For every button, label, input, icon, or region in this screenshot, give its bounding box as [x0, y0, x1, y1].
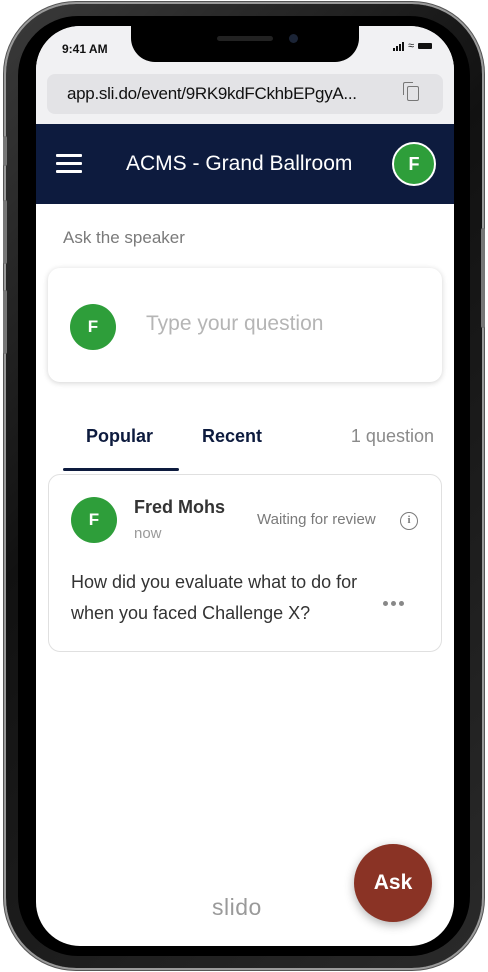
question-tabs: Popular Recent 1 question — [36, 418, 454, 472]
device-notch — [131, 26, 359, 62]
compose-avatar: F — [70, 304, 116, 350]
hamburger-menu-icon[interactable] — [56, 154, 82, 174]
battery-icon — [418, 43, 432, 49]
address-bar[interactable]: app.sli.do/event/9RK9kdFCkhbEPgyA... — [47, 74, 443, 114]
copy-icon[interactable] — [403, 82, 419, 101]
status-icons: ≈ — [392, 40, 432, 52]
front-camera — [289, 34, 298, 43]
event-title: ACMS - Grand Ballroom — [126, 152, 353, 175]
power-button — [481, 228, 485, 328]
question-count: 1 question — [350, 426, 434, 446]
signal-icon — [392, 41, 404, 51]
tab-recent[interactable]: Recent — [202, 426, 262, 447]
tab-popular[interactable]: Popular — [86, 426, 153, 447]
browser-bar: app.sli.do/event/9RK9kdFCkhbEPgyA... — [36, 70, 454, 124]
volume-down-button — [3, 290, 7, 354]
question-input[interactable]: Type your question — [146, 312, 323, 336]
earpiece-speaker — [217, 36, 273, 41]
phone-screen: 9:41 AM ≈ app.sli.do/event/9RK9kdFCkhbEP… — [36, 26, 454, 946]
active-tab-indicator — [63, 468, 179, 471]
wifi-icon: ≈ — [407, 40, 414, 52]
question-card: F Fred Mohs now Waiting for review i How… — [48, 474, 442, 652]
author-name: Fred Mohs — [134, 497, 226, 517]
ask-button[interactable]: Ask — [354, 844, 432, 922]
app-header: ACMS - Grand Ballroom F — [36, 124, 454, 204]
user-avatar[interactable]: F — [392, 142, 436, 186]
question-text: How did you evaluate what to do for when… — [71, 572, 358, 623]
question-compose-box[interactable]: F Type your question — [48, 268, 442, 382]
question-time: now — [134, 525, 162, 542]
ask-speaker-label: Ask the speaker — [63, 228, 185, 247]
info-icon[interactable]: i — [400, 512, 418, 530]
author-avatar: F — [71, 497, 117, 543]
more-options-icon[interactable] — [383, 601, 404, 606]
review-status: Waiting for review — [257, 511, 376, 528]
slido-logo: slido — [212, 894, 262, 920]
status-time: 9:41 AM — [62, 42, 108, 56]
mute-switch — [3, 136, 7, 166]
url-text: app.sli.do/event/9RK9kdFCkhbEPgyA... — [67, 84, 357, 103]
volume-up-button — [3, 200, 7, 264]
